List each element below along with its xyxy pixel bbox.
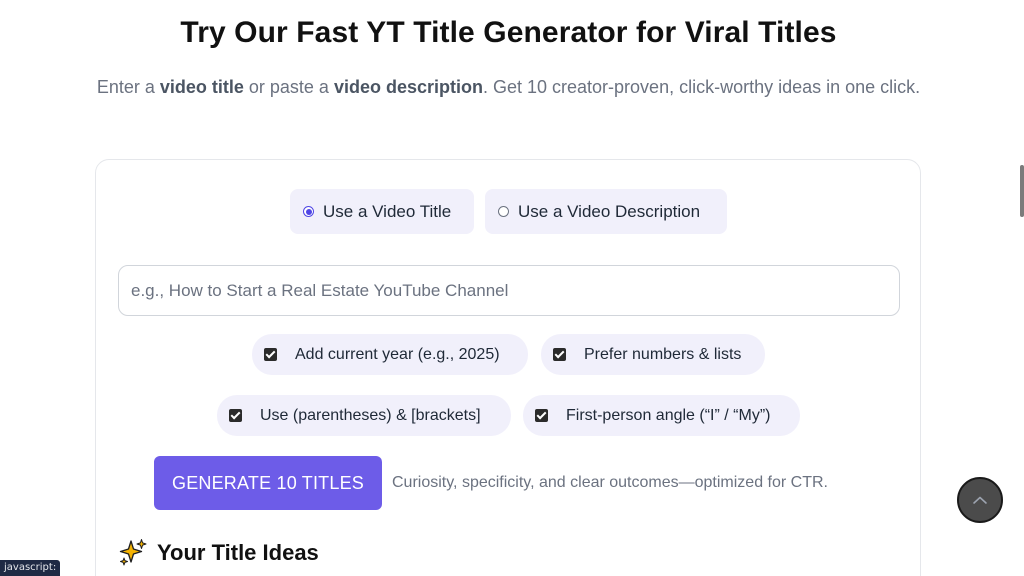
results-heading: Your Title Ideas [118, 538, 319, 568]
page-subtitle: Enter a video title or paste a video des… [90, 73, 927, 102]
generate-helper-text: Curiosity, specificity, and clear outcom… [392, 474, 828, 491]
video-title-input[interactable] [118, 265, 900, 316]
results-heading-text: Your Title Ideas [157, 540, 319, 565]
option-label: Add current year (e.g., 2025) [295, 345, 500, 363]
scroll-to-top-button[interactable] [957, 477, 1003, 523]
mode-option-label: Use a Video Description [518, 201, 701, 221]
option-first-person-angle[interactable]: First-person angle (“I” / “My”) [523, 395, 800, 436]
generate-titles-button[interactable]: GENERATE 10 TITLES [154, 456, 382, 510]
checkbox-checked-icon[interactable] [264, 348, 277, 361]
browser-status-bar: javascript: [0, 560, 61, 576]
chevron-up-icon [973, 496, 987, 504]
option-label: Use (parentheses) & [brackets] [260, 406, 481, 424]
radio-unselected-icon[interactable] [498, 206, 509, 217]
mode-option-label: Use a Video Title [323, 201, 452, 221]
checkbox-checked-icon[interactable] [229, 409, 242, 422]
checkbox-checked-icon[interactable] [535, 409, 548, 422]
sparkles-icon [119, 539, 147, 566]
option-label: First-person angle (“I” / “My”) [566, 406, 771, 424]
mode-option-video-title[interactable]: Use a Video Title [290, 189, 474, 234]
subtitle-bold-2: video description [333, 77, 483, 97]
option-use-parentheses-brackets[interactable]: Use (parentheses) & [brackets] [217, 395, 511, 436]
option-label: Prefer numbers & lists [584, 345, 742, 363]
page: Try Our Fast YT Title Generator for Vira… [0, 0, 1024, 576]
radio-selected-icon[interactable] [303, 206, 314, 217]
page-title: Try Our Fast YT Title Generator for Vira… [180, 16, 837, 49]
option-prefer-numbers[interactable]: Prefer numbers & lists [541, 334, 765, 375]
subtitle-text-2: or paste a [243, 77, 334, 97]
checkbox-checked-icon[interactable] [553, 348, 566, 361]
subtitle-text-1: Enter a [96, 77, 160, 97]
subtitle-text-3: . Get 10 creator-proven, click-worthy id… [482, 77, 921, 97]
subtitle-bold-1: video title [159, 77, 244, 97]
mode-option-video-description[interactable]: Use a Video Description [485, 189, 727, 234]
page-scrollbar-thumb[interactable] [1020, 165, 1024, 217]
option-add-current-year[interactable]: Add current year (e.g., 2025) [252, 334, 528, 375]
